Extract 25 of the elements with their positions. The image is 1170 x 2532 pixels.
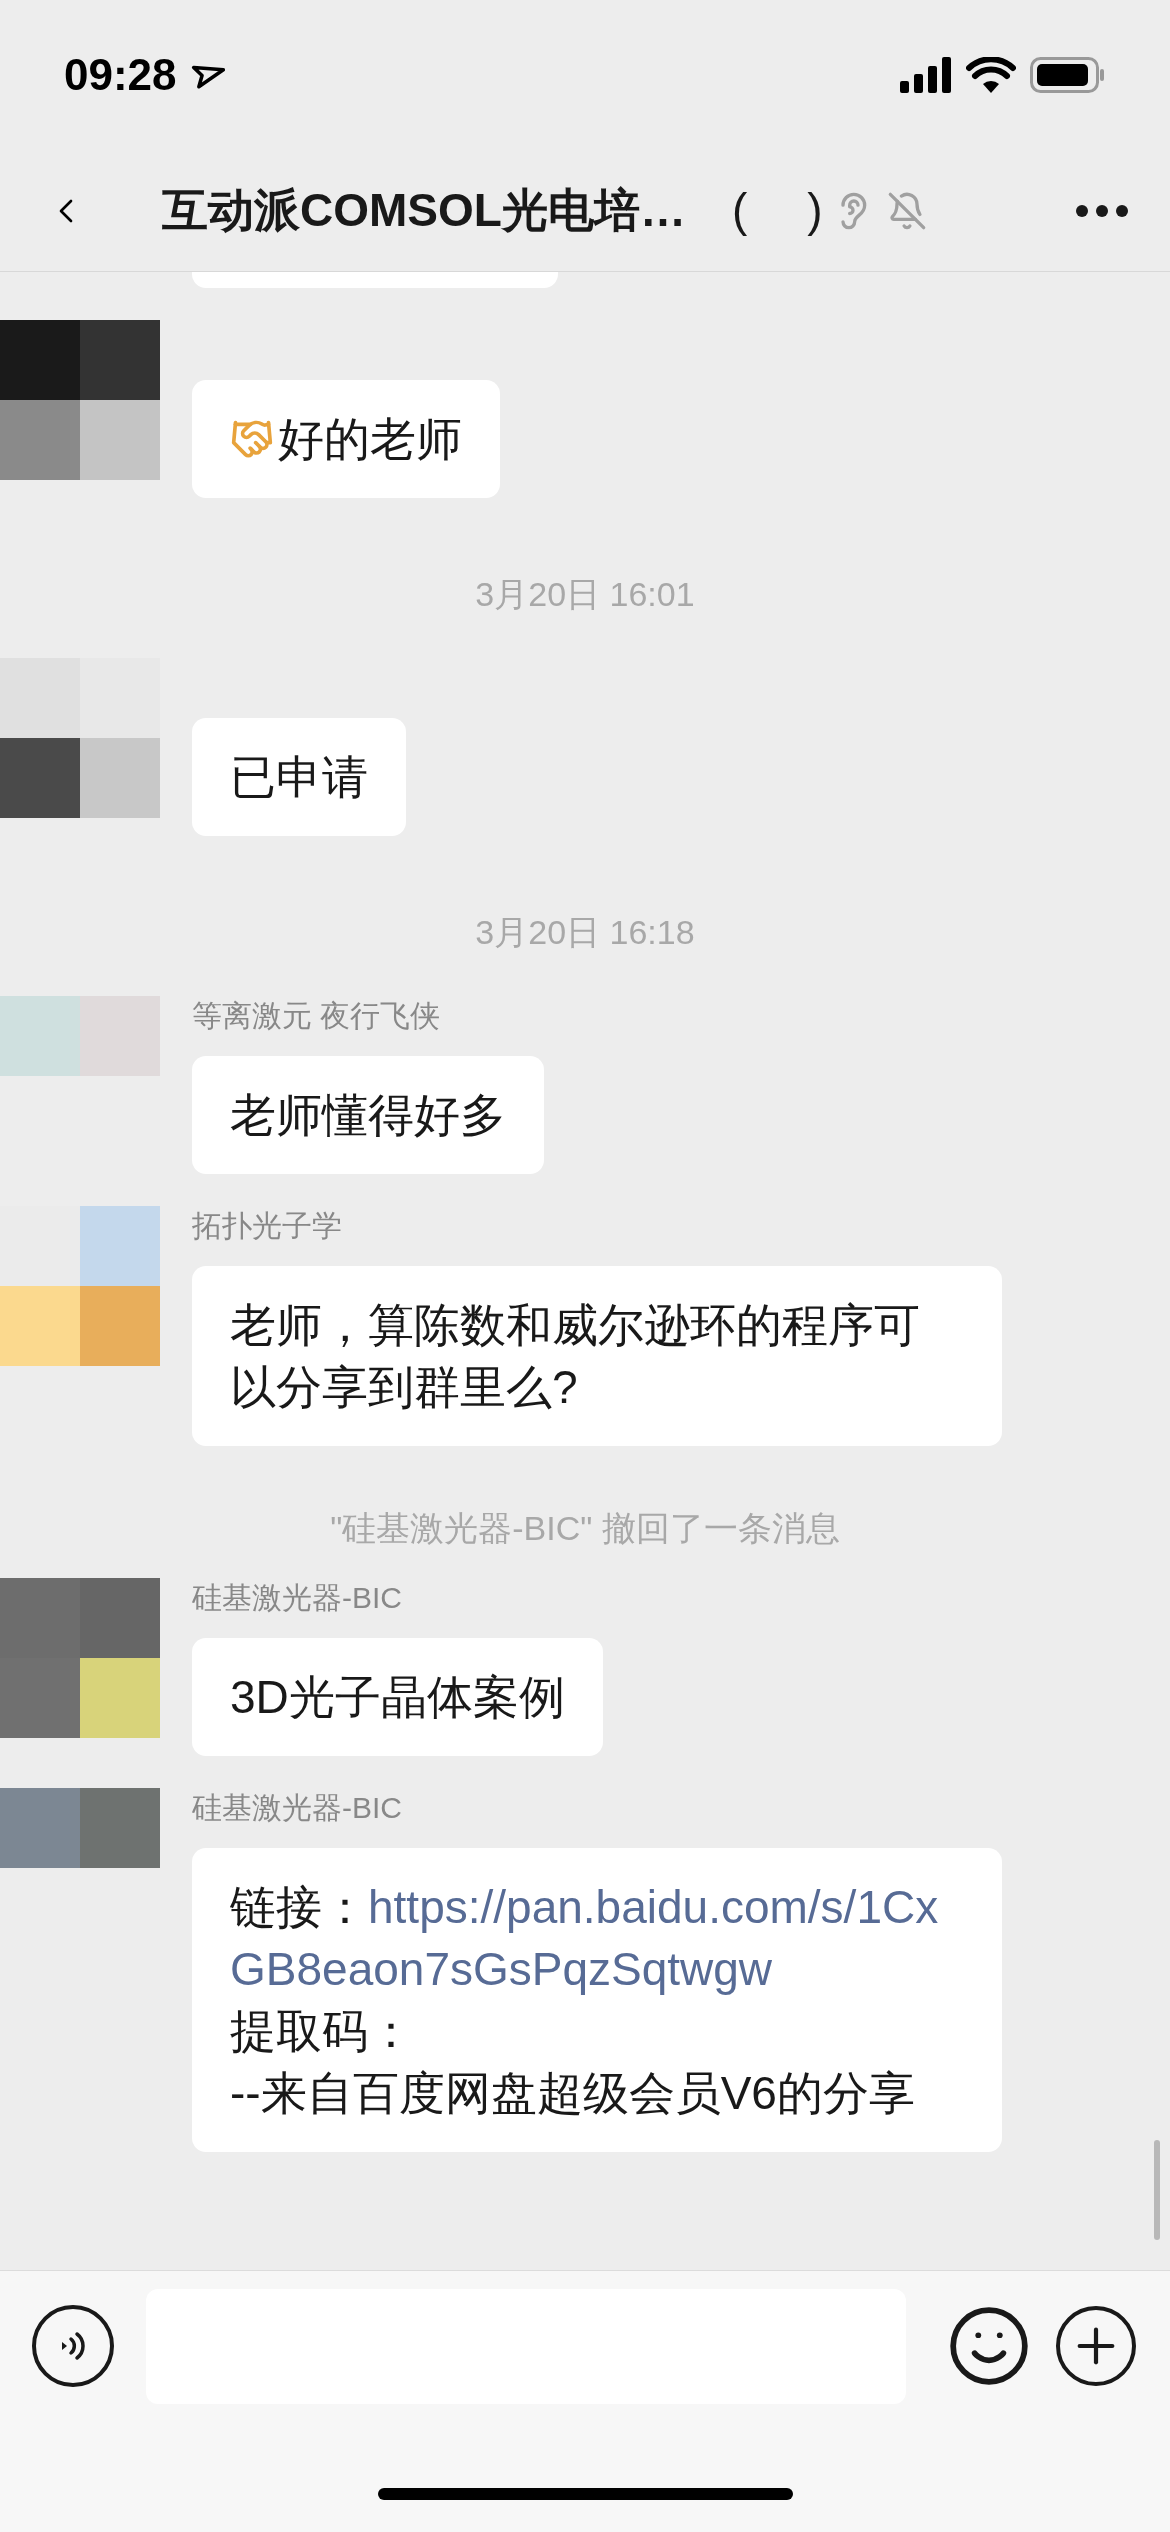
message-text: 好的老师 [278, 412, 462, 467]
share-link-text[interactable]: 链接：https://pan.baidu.com/s/1CxGB8eaon7sGsPqzSqtwgw [230, 1876, 964, 2000]
recall-notice: "硅基激光器-BIC" 撤回了一条消息 [330, 1507, 840, 1549]
chat-title: 互动派COMSOL光电培… [162, 183, 686, 238]
clock-time: 09:28 [64, 49, 177, 101]
signal-icon [900, 57, 952, 93]
more-icon [1076, 204, 1128, 217]
message-text: 已申请 [230, 750, 368, 805]
add-button[interactable] [1056, 2306, 1136, 2386]
message-text: 3D光子晶体案例 [230, 1670, 565, 1725]
battery-icon [1030, 57, 1106, 93]
code-label: 提取码： [230, 2004, 414, 2059]
share-footer: --来自百度网盘超级会员V6的分享 [230, 2062, 964, 2124]
timestamp: 3月20日 16:01 [475, 573, 695, 615]
member-count-paren: ) [807, 183, 823, 238]
sender-name: 拓扑光子学 [192, 1208, 342, 1244]
sender-name: 硅基激光器-BIC [192, 1790, 402, 1826]
message-text: 老师，算陈数和威尔逊环的程序可以分享到群里么? [230, 1298, 921, 1415]
message-text: 老师懂得好多 [230, 1088, 506, 1143]
voice-button[interactable] [32, 2305, 114, 2387]
wifi-icon [966, 57, 1016, 93]
sender-name: 硅基激光器-BIC [192, 1580, 402, 1616]
member-count-paren: ( [731, 183, 748, 238]
sender-name: 等离激元 夜行飞侠 [192, 998, 441, 1034]
timestamp: 3月20日 16:18 [475, 911, 695, 953]
